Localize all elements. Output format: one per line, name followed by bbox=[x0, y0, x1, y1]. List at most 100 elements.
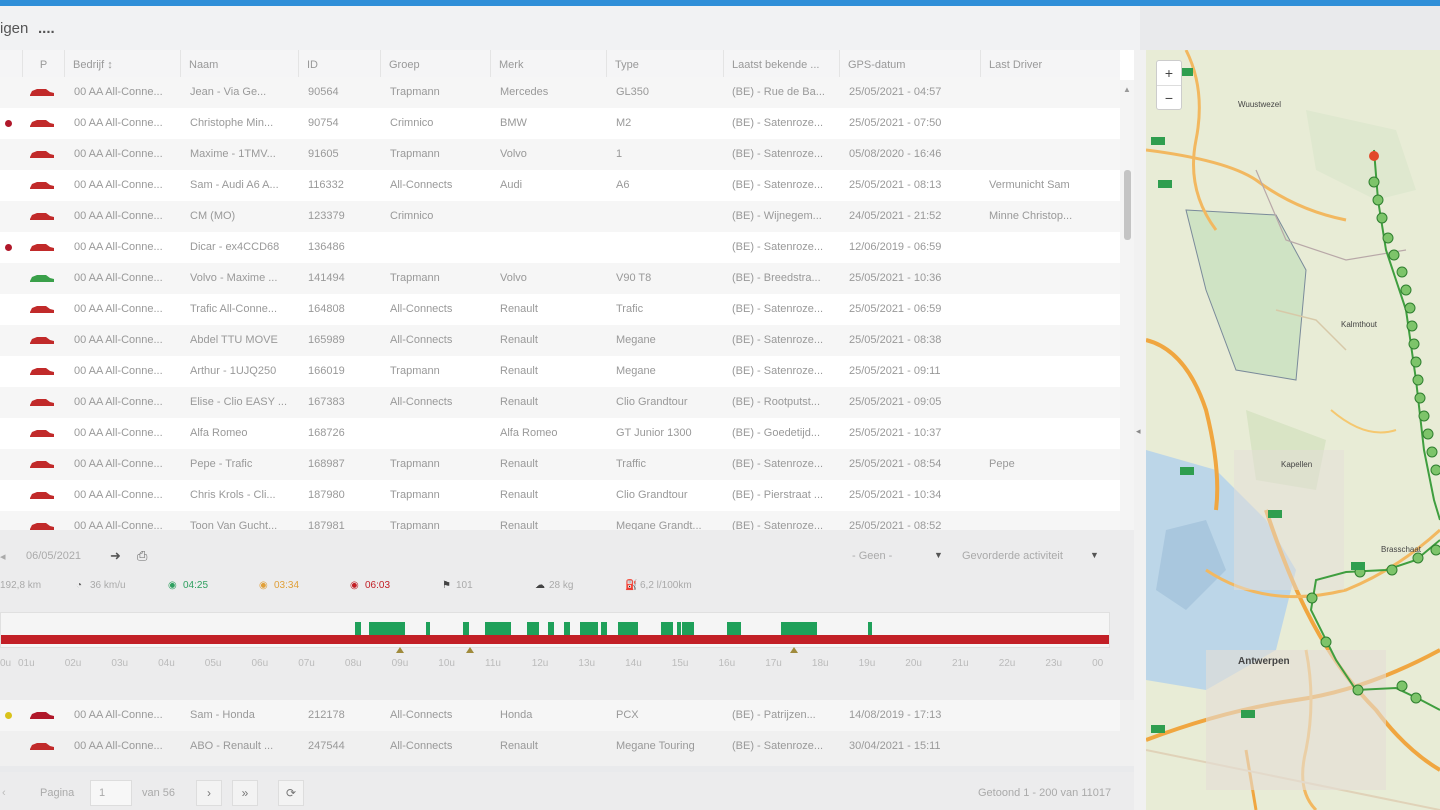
col-header-naam[interactable]: Naam bbox=[180, 50, 298, 80]
vehicle-icon bbox=[30, 461, 54, 468]
cell-gps: 25/05/2021 - 10:36 bbox=[849, 272, 942, 284]
menu-dots-icon[interactable]: .... bbox=[38, 20, 55, 37]
grid-scrollbar[interactable]: ▲ bbox=[1120, 80, 1134, 530]
cell-location: (BE) - Rue de Ba... bbox=[732, 86, 825, 98]
col-header-groep[interactable]: Groep bbox=[380, 50, 490, 80]
cell-location: (BE) - Satenroze... bbox=[732, 148, 824, 160]
table-row[interactable]: 00 AA All-Conne... Maxime - 1TMV... 91605 T… bbox=[0, 139, 1120, 170]
driving-segment[interactable] bbox=[580, 622, 598, 635]
table-row[interactable]: 00 AA All-Conne... ABO - Renault ... 24754… bbox=[0, 731, 1120, 762]
cell-company: 00 AA All-Conne... bbox=[74, 740, 163, 752]
driving-segment[interactable] bbox=[601, 622, 607, 635]
table-row[interactable]: 00 AA All-Conne... Elise - Clio EASY ... 1… bbox=[0, 387, 1120, 418]
cell-group: Trapmann bbox=[390, 365, 440, 377]
table-row[interactable]: 00 AA All-Conne... Trafic All-Conne... 164… bbox=[0, 294, 1120, 325]
activity-chevron-down-icon[interactable]: ▼ bbox=[1090, 550, 1099, 560]
export-icon[interactable]: ⎙ bbox=[137, 548, 147, 564]
cell-company: 00 AA All-Conne... bbox=[74, 396, 163, 408]
driving-segment[interactable] bbox=[463, 622, 469, 635]
cell-brand: Alfa Romeo bbox=[500, 427, 558, 439]
driving-segment[interactable] bbox=[527, 622, 539, 635]
vehicle-icon bbox=[30, 743, 54, 750]
cell-name: Christophe Min... bbox=[190, 117, 274, 129]
table-row[interactable]: 00 AA All-Conne... Chris Krols - Cli... 18… bbox=[0, 480, 1120, 511]
table-row[interactable]: 00 AA All-Conne... CM (MO) 123379 Crimnico (… bbox=[0, 201, 1120, 232]
col-header-bedrijf[interactable]: Bedrijf ↕ bbox=[64, 50, 180, 80]
hour-tick-label: 04u bbox=[158, 658, 175, 669]
col-header-last-driver[interactable]: Last Driver bbox=[980, 50, 1098, 80]
table-row[interactable]: 00 AA All-Conne... Sam - Honda 212178 All-C… bbox=[0, 700, 1120, 731]
table-row[interactable]: 00 AA All-Conne... Volvo - Maxime ... 1414… bbox=[0, 263, 1120, 294]
scrollbar-thumb[interactable] bbox=[1124, 170, 1131, 240]
driving-segment[interactable] bbox=[564, 622, 570, 635]
col-header-p[interactable]: P bbox=[22, 50, 64, 80]
prev-day-icon[interactable]: ◂ bbox=[0, 550, 6, 563]
table-row[interactable]: 00 AA All-Conne... Dicar - ex4CCD68 136486… bbox=[0, 232, 1120, 263]
zoom-out-button[interactable]: − bbox=[1157, 85, 1181, 109]
table-row[interactable]: 00 AA All-Conne... Alfa Romeo 168726 Alfa R… bbox=[0, 418, 1120, 449]
splitter[interactable]: ◂ bbox=[1134, 50, 1146, 810]
col-header-merk[interactable]: Merk bbox=[490, 50, 606, 80]
event-marker-icon[interactable] bbox=[466, 647, 474, 653]
driving-segment[interactable] bbox=[661, 622, 673, 635]
status-dot bbox=[5, 120, 12, 127]
driving-segment[interactable] bbox=[781, 622, 817, 635]
driving-segment[interactable] bbox=[677, 622, 681, 635]
vehicle-icon bbox=[30, 399, 54, 406]
next-page-button[interactable]: › bbox=[196, 780, 222, 806]
filter-select[interactable]: - Geen - bbox=[852, 550, 892, 562]
col-header-type[interactable]: Type bbox=[606, 50, 723, 80]
cell-driver bbox=[989, 356, 1097, 387]
cell-name: Elise - Clio EASY ... bbox=[190, 396, 287, 408]
cell-group: Crimnico bbox=[390, 210, 434, 222]
driving-segment[interactable] bbox=[727, 622, 741, 635]
table-row[interactable]: 00 AA All-Conne... Jean - Via Ge... 90564 T… bbox=[0, 77, 1120, 108]
col-header-id[interactable]: ID bbox=[298, 50, 380, 80]
event-marker-icon[interactable] bbox=[790, 647, 798, 653]
table-row[interactable]: 00 AA All-Conne... Abdel TTU MOVE 165989 Al… bbox=[0, 325, 1120, 356]
activity-timeline[interactable] bbox=[0, 612, 1110, 648]
hour-tick-label: 06u bbox=[251, 658, 269, 669]
event-marker-icon[interactable] bbox=[396, 647, 404, 653]
driving-segment[interactable] bbox=[485, 622, 511, 635]
page-number-input[interactable]: 1 bbox=[90, 780, 132, 806]
table-row[interactable]: 00 AA All-Conne... Christophe Min... 90754… bbox=[0, 108, 1120, 139]
cell-id: 91605 bbox=[308, 148, 339, 160]
col-header-gps-datum[interactable]: GPS-datum bbox=[839, 50, 980, 80]
title-bar: igen .... bbox=[0, 6, 1140, 50]
cell-type: Trafic bbox=[616, 303, 644, 315]
vehicle-grid-continued: 00 AA All-Conne... Sam - Honda 212178 All-C… bbox=[0, 700, 1134, 766]
driving-segment[interactable] bbox=[868, 622, 872, 635]
cell-driver bbox=[989, 294, 1097, 325]
driving-segment[interactable] bbox=[426, 622, 430, 635]
table-row[interactable]: 00 AA All-Conne... Toon Van Gucht... 18798… bbox=[0, 511, 1120, 530]
table-row[interactable]: 00 AA All-Conne... Arthur - 1UJQ250 166019… bbox=[0, 356, 1120, 387]
next-day-icon[interactable]: ➜ bbox=[110, 548, 121, 564]
refresh-button[interactable]: ⟳ bbox=[278, 780, 304, 806]
cell-driver bbox=[989, 387, 1097, 418]
activity-select[interactable]: Gevorderde activiteit bbox=[962, 550, 1063, 562]
date-field[interactable]: 06/05/2021 bbox=[26, 550, 81, 562]
cell-id: 167383 bbox=[308, 396, 345, 408]
cell-type: A6 bbox=[616, 179, 630, 191]
filter-chevron-down-icon[interactable]: ▼ bbox=[934, 550, 943, 560]
cell-group: Crimnico bbox=[390, 117, 434, 129]
cell-name: Abdel TTU MOVE bbox=[190, 334, 278, 346]
map-canvas[interactable] bbox=[1146, 50, 1440, 810]
prev-page-icon[interactable]: ‹ bbox=[2, 780, 6, 806]
driving-segment[interactable] bbox=[355, 622, 361, 635]
driving-segment[interactable] bbox=[618, 622, 638, 635]
scroll-up-icon[interactable]: ▲ bbox=[1123, 85, 1131, 94]
table-row[interactable]: 00 AA All-Conne... Sam - Audi A6 A... 1163… bbox=[0, 170, 1120, 201]
hour-tick-label: 23u bbox=[1045, 658, 1063, 669]
table-row[interactable]: 00 AA All-Conne... Pepe - Trafic 168987 Tra… bbox=[0, 449, 1120, 480]
driving-segment[interactable] bbox=[548, 622, 554, 635]
last-page-button[interactable]: » bbox=[232, 780, 258, 806]
cell-driver bbox=[989, 480, 1097, 511]
map-view[interactable]: + − Antwerpen Wuustwezel Kalmthout Brass… bbox=[1146, 50, 1440, 810]
zoom-in-button[interactable]: + bbox=[1157, 61, 1181, 85]
collapse-icon[interactable]: ◂ bbox=[1136, 426, 1141, 437]
driving-segment[interactable] bbox=[369, 622, 405, 635]
col-header-location[interactable]: Laatst bekende ... bbox=[723, 50, 839, 80]
driving-segment[interactable] bbox=[682, 622, 694, 635]
